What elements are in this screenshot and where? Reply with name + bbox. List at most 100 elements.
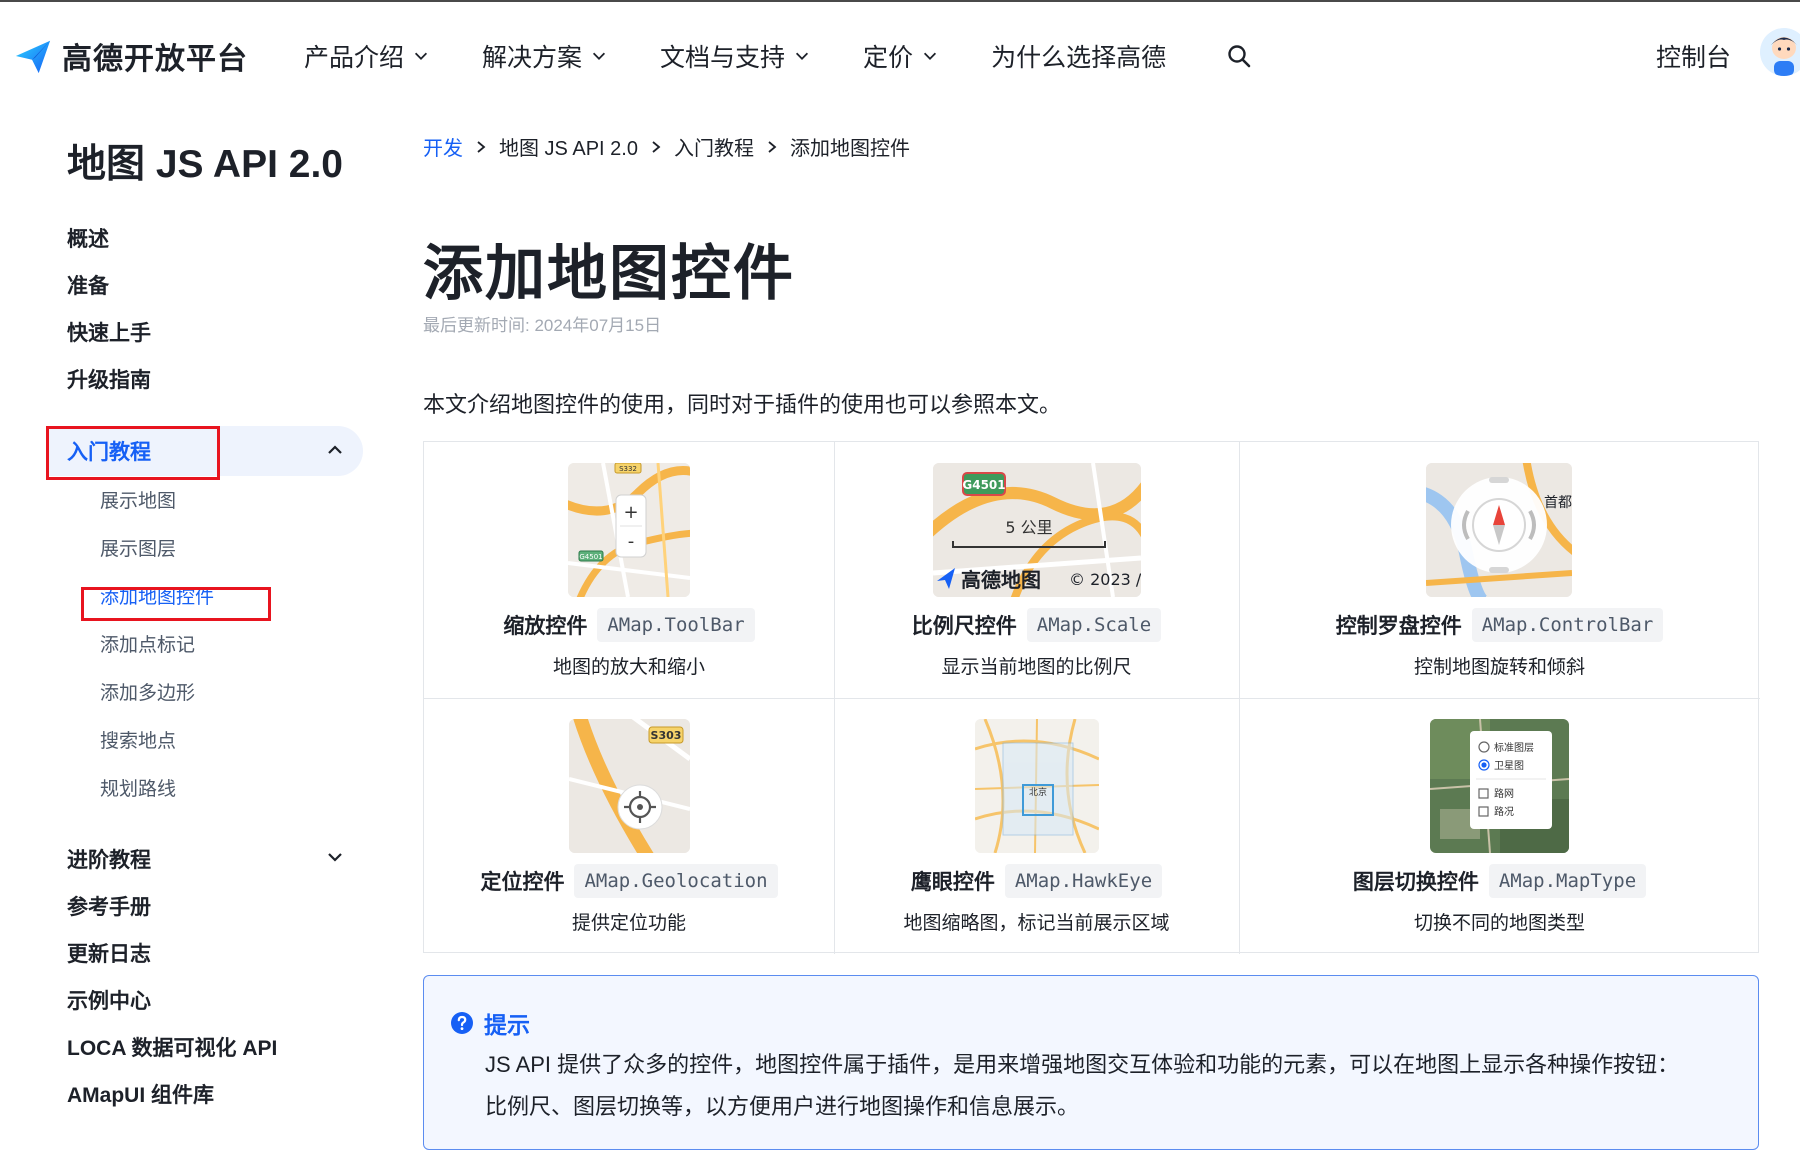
- control-description: 地图缩略图，标记当前展示区域: [903, 913, 1170, 934]
- user-avatar[interactable]: [1760, 28, 1800, 76]
- sub-item-show-map[interactable]: 展示地图: [100, 486, 176, 513]
- help-circle-icon: [451, 1012, 473, 1034]
- maptype-option: 路况: [1494, 805, 1514, 818]
- hawkeye-control-thumbnail: 北京: [975, 719, 1099, 853]
- console-link[interactable]: 控制台: [1656, 38, 1731, 74]
- search-icon[interactable]: [1226, 43, 1252, 69]
- nav-solutions[interactable]: 解决方案: [482, 38, 608, 74]
- control-class-code: AMap.ToolBar: [597, 608, 755, 642]
- sidebar-item-quickstart[interactable]: 快速上手: [67, 317, 151, 347]
- control-class-code: AMap.Geolocation: [574, 864, 778, 898]
- top-navigation: 高德开放平台 产品介绍 解决方案 文档与支持 定价 为什么选择高德 控制台: [0, 0, 1800, 103]
- control-title-row: 控制罗盘控件 AMap.ControlBar: [1239, 608, 1760, 642]
- breadcrumb: 开发 地图 JS API 2.0 入门教程 添加地图控件: [423, 132, 910, 161]
- control-description: 显示当前地图的比例尺: [941, 657, 1132, 678]
- tip-body: JS API 提供了众多的控件，地图控件属于插件，是用来增强地图交互体验和功能的…: [485, 1052, 1680, 1119]
- breadcrumb-current: 添加地图控件: [789, 138, 910, 160]
- intro-text: 本文介绍地图控件的使用，同时对于插件的使用也可以参照本文。: [423, 392, 1062, 417]
- maptype-option: 路网: [1494, 787, 1514, 800]
- control-description: 地图的放大和缩小: [552, 657, 705, 678]
- sidebar-item-changelog[interactable]: 更新日志: [67, 938, 151, 968]
- control-title-row: 比例尺控件 AMap.Scale: [834, 608, 1239, 642]
- zoom-control-thumbnail: S332 G4501 + -: [568, 463, 690, 597]
- chevron-down-icon: [924, 52, 937, 60]
- chevron-up-icon[interactable]: [324, 439, 346, 461]
- maptype-option: 标准图层: [1494, 742, 1534, 754]
- city-label: 首都: [1544, 495, 1572, 511]
- nav-why-amap[interactable]: 为什么选择高德: [991, 38, 1166, 74]
- brand-logo[interactable]: 高德开放平台: [14, 34, 248, 78]
- nav-pricing[interactable]: 定价: [863, 38, 939, 74]
- control-title-row: 鹰眼控件 AMap.HawkEye: [834, 864, 1239, 898]
- control-card-hawkeye: 北京 鹰眼控件 AMap.HawkEye 地图缩略图，标记当前展示区域: [834, 698, 1239, 954]
- sidebar-title: 地图 JS API 2.0: [67, 143, 343, 186]
- geolocation-control-thumbnail: S303: [569, 719, 690, 853]
- control-card-geolocation: S303 定位控件 AMap.Geolocation 提供定位功能: [424, 698, 834, 954]
- chevron-down-icon: [796, 52, 809, 60]
- sidebar-item-loca-api[interactable]: LOCA 数据可视化 API: [67, 1032, 277, 1062]
- brand-watermark: 高德地图: [961, 568, 1041, 592]
- tip-title: 提示: [484, 1012, 530, 1038]
- chevron-right-icon: [477, 140, 486, 153]
- sidebar: 地图 JS API 2.0 概述 准备 快速上手 升级指南 入门教程 展示地图 …: [0, 103, 380, 1173]
- breadcrumb-getting-started[interactable]: 入门教程: [674, 132, 754, 161]
- control-class-code: AMap.ControlBar: [1471, 608, 1664, 642]
- compass-control-thumbnail: 首都: [1426, 463, 1572, 597]
- sidebar-item-upgrade-guide[interactable]: 升级指南: [67, 364, 151, 394]
- scale-text: 5 公里: [1005, 518, 1052, 537]
- scale-control-thumbnail: G4501 5 公里 高德地图 © 2023 /: [933, 463, 1141, 597]
- sub-item-show-layers[interactable]: 展示图层: [100, 534, 176, 561]
- control-description: 提供定位功能: [571, 913, 686, 934]
- road-label: G4501: [579, 553, 602, 561]
- nav-products-label: 产品介绍: [304, 44, 405, 72]
- chevron-down-icon: [414, 52, 428, 60]
- breadcrumb-dev[interactable]: 开发: [423, 132, 463, 161]
- control-title-row: 定位控件 AMap.Geolocation: [424, 864, 834, 898]
- control-description: 切换不同的地图类型: [1413, 913, 1585, 934]
- control-name: 缩放控件: [503, 615, 588, 638]
- sidebar-item-reference[interactable]: 参考手册: [67, 891, 151, 921]
- sub-item-add-marker[interactable]: 添加点标记: [100, 630, 195, 657]
- road-label: S303: [651, 729, 682, 742]
- control-name: 鹰眼控件: [910, 871, 995, 894]
- sidebar-item-examples[interactable]: 示例中心: [67, 985, 151, 1015]
- sidebar-item-amapui[interactable]: AMapUI 组件库: [67, 1079, 214, 1109]
- copyright-text: © 2023 /: [1069, 570, 1141, 589]
- amap-logo-icon: [15, 40, 51, 74]
- maptype-control-thumbnail: 标准图层 卫星图 路网 路况: [1430, 719, 1569, 853]
- nav-products[interactable]: 产品介绍: [304, 38, 430, 74]
- chevron-right-icon: [768, 140, 777, 153]
- sub-item-add-polygon[interactable]: 添加多边形: [100, 678, 195, 705]
- nav-why-amap-label: 为什么选择高德: [991, 44, 1167, 72]
- main-nav: 产品介绍 解决方案 文档与支持 定价 为什么选择高德: [304, 38, 1252, 74]
- sidebar-item-prepare[interactable]: 准备: [67, 270, 109, 300]
- breadcrumb-js-api[interactable]: 地图 JS API 2.0: [499, 132, 638, 161]
- control-card-maptype: 标准图层 卫星图 路网 路况 图层切换控件 AMap.MapType 切换不同的…: [1239, 698, 1760, 954]
- nav-docs[interactable]: 文档与支持: [660, 38, 811, 74]
- tip-header: 提示: [450, 1006, 530, 1040]
- control-title-row: 缩放控件 AMap.ToolBar: [424, 608, 834, 642]
- highlight-box-getting-started: [46, 426, 220, 480]
- chevron-down-icon[interactable]: [324, 846, 346, 868]
- zoom-out-button: -: [628, 531, 635, 552]
- tip-box: 提示 JS API 提供了众多的控件，地图控件属于插件，是用来增强地图交互体验和…: [423, 975, 1759, 1150]
- sidebar-item-advanced[interactable]: 进阶教程: [67, 844, 151, 874]
- chevron-right-icon: [652, 140, 661, 153]
- city-label: 北京: [1029, 786, 1047, 798]
- control-class-code: AMap.MapType: [1488, 864, 1647, 898]
- controls-table: S332 G4501 + - 缩放控件 AMap.ToolBar 地图的放大和缩…: [423, 441, 1760, 954]
- sidebar-item-overview[interactable]: 概述: [67, 223, 109, 253]
- sub-item-search-place[interactable]: 搜索地点: [100, 726, 176, 753]
- control-name: 控制罗盘控件: [1335, 615, 1462, 638]
- control-class-code: AMap.HawkEye: [1004, 864, 1163, 898]
- road-label: G4501: [962, 478, 1005, 492]
- nav-solutions-label: 解决方案: [482, 44, 583, 72]
- control-class-code: AMap.Scale: [1026, 608, 1162, 642]
- control-card-compass: 首都 控制罗盘控件 AMap.ControlBar 控制地图旋转和倾斜: [1239, 442, 1760, 698]
- control-name: 比例尺控件: [911, 615, 1017, 638]
- sub-item-plan-route[interactable]: 规划路线: [100, 774, 176, 801]
- road-label: S332: [619, 465, 637, 473]
- control-name: 图层切换控件: [1352, 871, 1479, 894]
- control-title-row: 图层切换控件 AMap.MapType: [1239, 864, 1760, 898]
- last-updated: 最后更新时间: 2024年07月15日: [423, 316, 662, 335]
